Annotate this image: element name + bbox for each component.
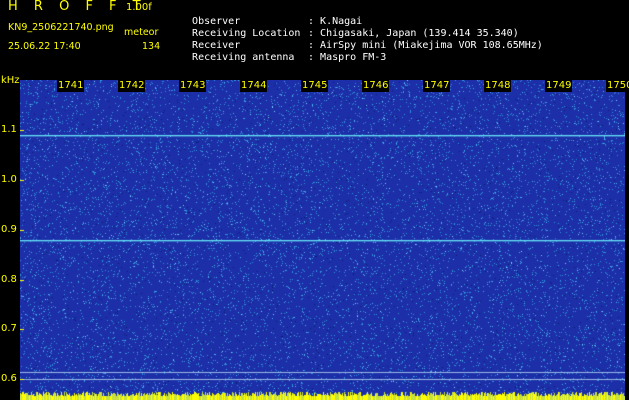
info-value: Maspro FM-3 xyxy=(320,52,387,63)
x-tick-label: 1748 xyxy=(484,80,512,92)
y-axis-unit: kHz xyxy=(1,75,20,86)
y-tick-label: 0.6 xyxy=(1,373,17,384)
spectrogram-plot xyxy=(20,80,625,400)
app-version: 1.00f xyxy=(126,2,152,13)
x-tick-label: 1747 xyxy=(423,80,451,92)
x-tick-label: 1745 xyxy=(301,80,329,92)
x-tick-label: 1750 xyxy=(606,80,629,92)
y-tick-label: 1.0 xyxy=(1,174,17,185)
file-name: KN9_2506221740.png xyxy=(8,22,114,33)
x-tick-label: 1741 xyxy=(57,80,85,92)
datetime-label: 25.06.22 17:40 xyxy=(8,41,81,52)
mode-label: meteor xyxy=(124,27,159,38)
y-tick-label: 0.7 xyxy=(1,323,17,334)
x-tick-label: 1749 xyxy=(545,80,573,92)
x-tick-label: 1742 xyxy=(118,80,146,92)
info-key: Receiving antenna xyxy=(192,52,295,63)
x-tick-label: 1746 xyxy=(362,80,390,92)
spectrogram-canvas xyxy=(20,80,625,400)
x-tick-label: 1744 xyxy=(240,80,268,92)
info-row-antenna: Receiving antenna: Maspro FM-3 xyxy=(192,52,387,63)
y-tick-label: 1.1 xyxy=(1,124,17,135)
y-tick-label: 0.9 xyxy=(1,224,17,235)
y-tick-label: 0.8 xyxy=(1,274,17,285)
count-label: 134 xyxy=(142,41,161,52)
x-tick-label: 1743 xyxy=(179,80,207,92)
